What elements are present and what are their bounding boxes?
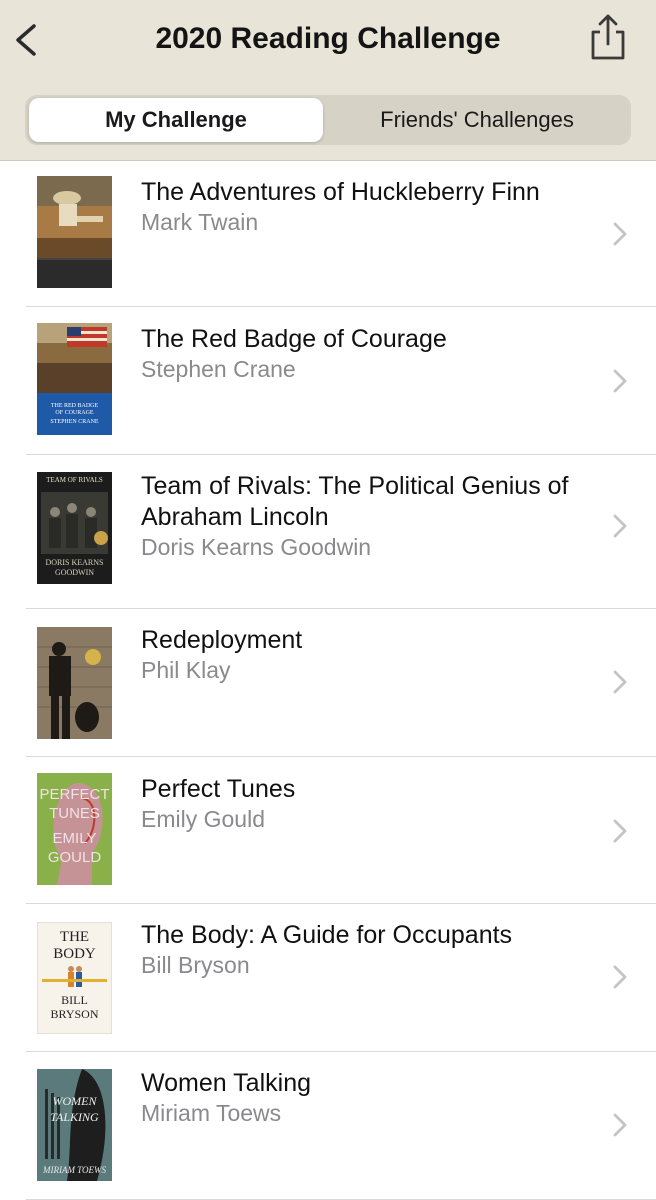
cover-text: OF COURAGE bbox=[55, 410, 94, 416]
challenge-segmented-control: My Challenge Friends' Challenges bbox=[25, 95, 631, 145]
book-author: Stephen Crane bbox=[141, 356, 296, 382]
book-cover-red-badge: THE RED BADGE OF COURAGE STEPHEN CRANE bbox=[37, 323, 112, 435]
book-title: Women Talking bbox=[141, 1069, 311, 1097]
book-cover-redeployment bbox=[37, 627, 112, 739]
chevron-left-icon bbox=[16, 24, 36, 56]
tab-friends-challenges[interactable]: Friends' Challenges bbox=[325, 98, 629, 142]
book-title: Perfect Tunes bbox=[141, 775, 296, 803]
chevron-right-icon bbox=[613, 1113, 627, 1137]
cover-text: GOULD bbox=[47, 849, 102, 866]
page-title: 2020 Reading Challenge bbox=[155, 22, 501, 55]
book-author: Bill Bryson bbox=[141, 952, 250, 978]
chevron-right-icon bbox=[613, 965, 627, 989]
list-item-book-3[interactable]: TEAM OF RIVALS DORIS KEARNS GOODWIN Team… bbox=[0, 455, 656, 609]
book-author: Phil Klay bbox=[141, 657, 231, 683]
book-cover-women-talking: WOMEN TALKING MIRIAM TOEWS bbox=[37, 1069, 112, 1181]
chevron-right-icon bbox=[613, 514, 627, 538]
cover-text: TALKING bbox=[50, 1110, 99, 1124]
cover-text: BRYSON bbox=[50, 1007, 99, 1021]
book-title: The Adventures of Huckleberry Finn bbox=[141, 178, 540, 206]
book-list: The Adventures of Huckleberry Finn Mark … bbox=[0, 161, 656, 1200]
book-author: Miriam Toews bbox=[141, 1100, 282, 1126]
book-cover-the-body: THE BODY BILL BRYSON bbox=[37, 922, 112, 1034]
list-item-book-6[interactable]: THE BODY BILL BRYSON The Body: A Guide f… bbox=[0, 904, 656, 1052]
book-cover-team-of-rivals: TEAM OF RIVALS DORIS KEARNS GOODWIN bbox=[37, 472, 112, 584]
cover-text: DORIS KEARNS bbox=[45, 558, 104, 567]
back-button[interactable] bbox=[10, 18, 44, 62]
share-button[interactable] bbox=[586, 12, 630, 62]
book-cover-perfect-tunes: PERFECT TUNES EMILY GOULD bbox=[37, 773, 112, 885]
cover-text: EMILY bbox=[52, 830, 97, 847]
cover-text: PERFECT bbox=[39, 786, 110, 803]
nav-header: 2020 Reading Challenge My Challenge Frie… bbox=[0, 0, 656, 161]
list-item-book-7[interactable]: WOMEN TALKING MIRIAM TOEWS Women Talking… bbox=[0, 1052, 656, 1200]
book-author: Mark Twain bbox=[141, 209, 259, 235]
chevron-right-icon bbox=[613, 670, 627, 694]
chevron-right-icon bbox=[613, 222, 627, 246]
book-author: Emily Gould bbox=[141, 806, 265, 832]
list-item-book-5[interactable]: PERFECT TUNES EMILY GOULD Perfect Tunes … bbox=[0, 757, 656, 904]
cover-text: THE bbox=[59, 929, 90, 945]
cover-text: WOMEN bbox=[52, 1094, 97, 1108]
book-title: The Body: A Guide for Occupants bbox=[141, 921, 513, 949]
chevron-right-icon bbox=[613, 369, 627, 393]
cover-text: BODY bbox=[53, 946, 96, 962]
cover-text: GOODWIN bbox=[54, 568, 95, 577]
book-title: The Red Badge of Courage bbox=[141, 325, 447, 353]
book-author: Doris Kearns Goodwin bbox=[141, 534, 372, 560]
book-title: Redeployment bbox=[141, 626, 303, 654]
cover-text: THE RED BADGE bbox=[50, 403, 99, 409]
list-item-book-2[interactable]: THE RED BADGE OF COURAGE STEPHEN CRANE T… bbox=[0, 307, 656, 455]
list-item-book-1[interactable]: The Adventures of Huckleberry Finn Mark … bbox=[0, 161, 656, 307]
chevron-right-icon bbox=[613, 819, 627, 843]
cover-text: TEAM OF RIVALS bbox=[46, 476, 103, 484]
book-cover-huckleberry-finn bbox=[37, 176, 112, 288]
share-icon bbox=[591, 14, 625, 60]
cover-text: BILL bbox=[61, 993, 88, 1007]
book-title: Team of Rivals: The Political Genius of … bbox=[141, 472, 569, 531]
cover-text: TUNES bbox=[49, 805, 100, 822]
list-item-book-4[interactable]: Redeployment Phil Klay bbox=[0, 609, 656, 757]
cover-text: MIRIAM TOEWS bbox=[42, 1165, 107, 1175]
cover-text: STEPHEN CRANE bbox=[50, 419, 99, 425]
tab-my-challenge[interactable]: My Challenge bbox=[29, 98, 323, 142]
